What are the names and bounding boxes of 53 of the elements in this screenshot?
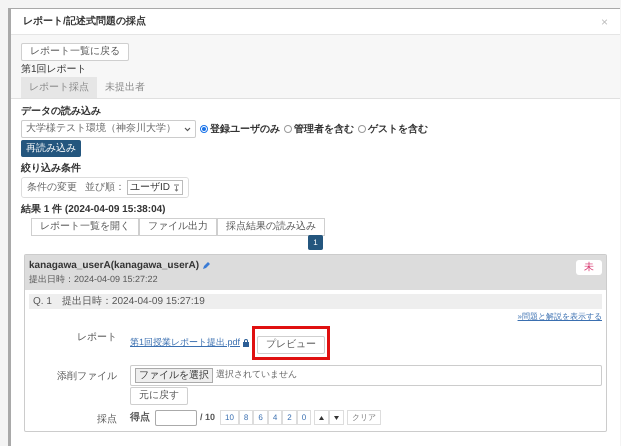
status-badge: 未 (576, 260, 602, 275)
tab[interactable]: 未提出者 (97, 77, 153, 98)
radio-label: 登録ユーザのみ (210, 122, 280, 136)
section-heading: 絞り込み条件 (21, 162, 82, 176)
file-input[interactable]: ファイルを選択 選択されていません (130, 364, 602, 386)
score-input[interactable] (155, 410, 197, 426)
chevron-down-icon (184, 126, 191, 132)
score-preset-button[interactable]: 2 (282, 410, 297, 425)
back-button[interactable]: レポート一覧に戻る (21, 43, 129, 61)
decrease-button[interactable] (329, 410, 344, 425)
preview-button[interactable]: プレビュー (257, 336, 326, 354)
increase-button[interactable] (314, 410, 330, 425)
field-label: 添削ファイル (56, 370, 117, 384)
score-preset-button[interactable]: 0 (296, 410, 312, 425)
results-action-button[interactable]: レポート一覧を開く (31, 218, 139, 236)
submitted-time: 提出日時：2024-04-09 15:27:22 (29, 273, 159, 286)
field-label: レポート (76, 330, 117, 344)
lock-icon (243, 338, 250, 346)
score-label: 得点 (130, 410, 150, 425)
score-max: / 10 (200, 410, 216, 424)
radio-button[interactable] (358, 125, 366, 133)
user-name: kanagawa_userA(kanagawa_userA) (29, 259, 200, 273)
results-heading: 結果 1 件 (2024-04-09 15:38:04) (21, 203, 167, 217)
triangle-up-icon (319, 416, 324, 420)
radio-label: 管理者を含む (294, 122, 354, 136)
site-select[interactable]: 大学様テスト環境（神奈川大学） (21, 120, 196, 138)
edit-icon[interactable] (202, 261, 212, 270)
clear-button[interactable]: クリア (347, 410, 382, 425)
score-preset-button[interactable]: 4 (268, 410, 282, 425)
reload-button[interactable]: 再読み込み (21, 140, 81, 157)
field-label: 採点 (96, 412, 117, 426)
triangle-down-icon (334, 416, 340, 420)
filter-change-label[interactable]: 条件の変更 (27, 180, 77, 195)
radio-button[interactable] (200, 125, 208, 133)
dialog-title: レポート/記述式問題の採点 (23, 14, 146, 29)
section-heading: データの読み込み (21, 105, 102, 119)
revert-button[interactable]: 元に戻す (130, 386, 188, 404)
radio-label: ゲストを含む (368, 122, 428, 136)
sort-select[interactable]: ユーザID (127, 180, 183, 195)
score-preset-button[interactable]: 10 (220, 410, 239, 425)
page-button[interactable]: 1 (308, 235, 323, 250)
results-action-button[interactable]: 採点結果の読み込み (217, 218, 325, 236)
question-bar: Q. 1 提出日時：2024-04-09 15:27:19 (29, 294, 602, 308)
sort-label: 並び順： (85, 181, 125, 195)
show-answer-link[interactable]: »問題と解説を表示する (518, 310, 602, 322)
score-preset-button[interactable]: 8 (238, 410, 254, 425)
score-preset-button[interactable]: 6 (253, 410, 268, 425)
sort-icon (173, 184, 180, 192)
tab[interactable]: レポート採点 (21, 77, 97, 98)
results-action-button[interactable]: ファイル出力 (139, 218, 217, 236)
radio-button[interactable] (284, 125, 292, 133)
report-file-link[interactable]: 第1回授業レポート提出.pdf (130, 336, 240, 350)
report-title: 第1回レポート (21, 63, 88, 77)
